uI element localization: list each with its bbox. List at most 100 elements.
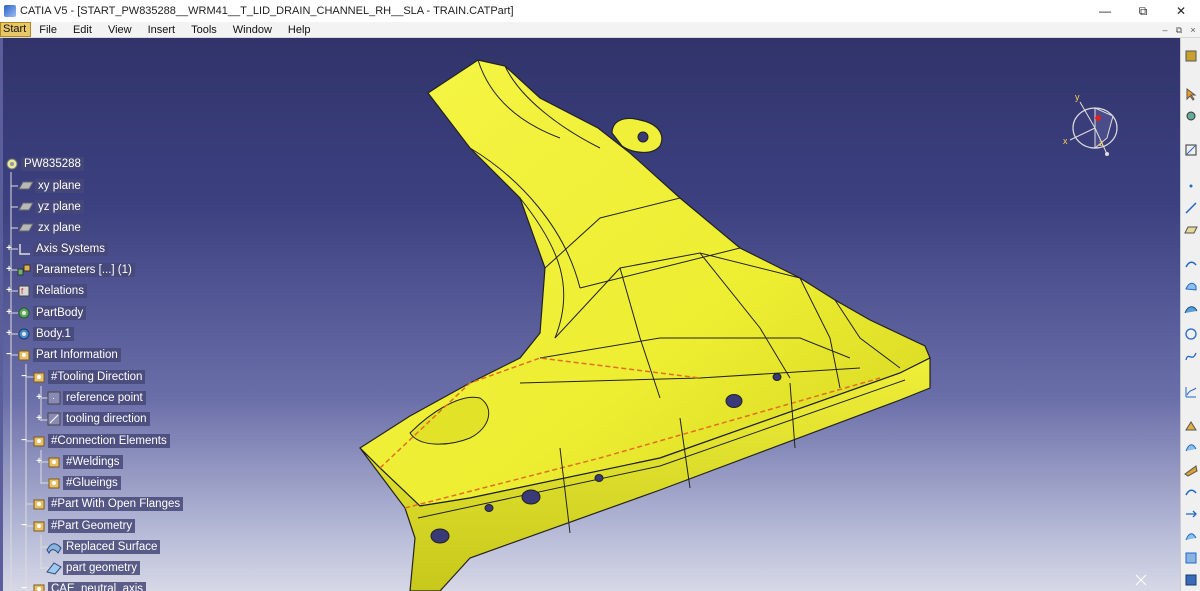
extrapolate-icon[interactable]: [1183, 528, 1199, 544]
expand-icon[interactable]: +: [34, 457, 44, 467]
title-bar: CATIA V5 - [START_PW835288__WRM41__T_LID…: [0, 0, 1200, 22]
sweep-icon[interactable]: [1183, 300, 1199, 316]
tree-item-label: PartBody: [33, 306, 87, 320]
revolve-icon[interactable]: [1183, 278, 1199, 294]
tree-item-label: Replaced Surface: [63, 540, 161, 554]
point-icon[interactable]: [1183, 178, 1199, 194]
split-icon[interactable]: [1183, 440, 1199, 456]
tree-item-label: CAE_neutral_axis: [48, 582, 147, 591]
tree-item-weldings[interactable]: + #Weldings: [34, 453, 123, 471]
tree-item-label: xy plane: [35, 179, 84, 193]
gear-body-icon: [16, 326, 32, 342]
expand-icon[interactable]: +: [4, 286, 14, 296]
plane-icon[interactable]: [1183, 222, 1199, 238]
tree-root[interactable]: PW835288: [4, 155, 84, 173]
collapse-icon[interactable]: −: [19, 372, 29, 382]
tree-item-xy-plane[interactable]: xy plane: [18, 177, 84, 195]
tree-item-connection-elements[interactable]: − #Connection Elements: [19, 432, 170, 450]
tree-item-label: Parameters [...] (1): [33, 263, 135, 277]
curve-icon[interactable]: [1183, 384, 1199, 400]
menu-tools[interactable]: Tools: [183, 22, 225, 38]
tree-item-label: #Part With Open Flanges: [48, 497, 184, 511]
extrude-icon[interactable]: [1183, 256, 1199, 272]
tree-item-parameters[interactable]: + Parameters [...] (1): [4, 261, 135, 279]
menu-view[interactable]: View: [100, 22, 140, 38]
tree-item-axis-systems[interactable]: + Axis Systems: [4, 240, 109, 258]
tree-item-yz-plane[interactable]: yz plane: [18, 198, 84, 216]
tree-item-body1[interactable]: + Body.1: [4, 325, 74, 343]
expand-icon[interactable]: +: [4, 308, 14, 318]
3d-viewport[interactable]: x y z PW835288 xy plane yz plane zx plan…: [0, 38, 1180, 591]
set-icon: [16, 347, 32, 363]
tree-item-tooling-direction-line[interactable]: + tooling direction: [34, 410, 150, 428]
expand-icon[interactable]: +: [4, 244, 14, 254]
menu-help[interactable]: Help: [280, 22, 319, 38]
expand-icon[interactable]: +: [34, 393, 44, 403]
collapse-icon[interactable]: −: [19, 436, 29, 446]
surface-icon: [46, 560, 62, 576]
plane-icon: [18, 220, 34, 236]
expand-icon[interactable]: +: [4, 329, 14, 339]
collapse-icon[interactable]: −: [4, 350, 14, 360]
tree-item-label: #Glueings: [63, 476, 121, 490]
tree-item-open-flanges[interactable]: #Part With Open Flanges: [31, 495, 184, 513]
offset-icon[interactable]: [1183, 484, 1199, 500]
menu-start[interactable]: Start: [0, 22, 32, 37]
measure-icon[interactable]: [1183, 572, 1199, 588]
tree-item-label: Part Information: [33, 348, 121, 362]
restore-button[interactable]: ⧉: [1124, 0, 1162, 22]
doc-minimize-button[interactable]: –: [1158, 23, 1172, 37]
select-arrow-icon[interactable]: [1183, 86, 1199, 102]
sketcher-icon[interactable]: [1183, 142, 1199, 158]
expand-icon[interactable]: +: [34, 414, 44, 424]
compass-icon[interactable]: x y z: [1055, 88, 1135, 168]
compass-z-label: z: [1099, 138, 1104, 148]
collapse-icon[interactable]: −: [19, 521, 29, 531]
trim-icon[interactable]: [1183, 462, 1199, 478]
svg-text:·: ·: [52, 393, 55, 403]
plane-icon: [18, 178, 34, 194]
menu-insert[interactable]: Insert: [140, 22, 184, 38]
collapse-icon[interactable]: −: [19, 584, 29, 591]
tree-item-label: #Part Geometry: [48, 519, 136, 533]
tree-item-reference-point[interactable]: + · reference point: [34, 389, 146, 407]
tree-item-part-geometry-set[interactable]: − #Part Geometry: [19, 517, 136, 535]
line-icon[interactable]: [1183, 200, 1199, 216]
tree-item-replaced-surface[interactable]: Replaced Surface: [46, 538, 161, 556]
tree-root-label: PW835288: [21, 157, 84, 171]
doc-close-button[interactable]: ×: [1186, 23, 1200, 37]
tree-item-label: Relations: [33, 284, 87, 298]
close-button[interactable]: ✕: [1162, 0, 1200, 22]
tree-item-label: #Connection Elements: [48, 434, 170, 448]
right-toolbar: [1180, 38, 1200, 591]
circle-icon[interactable]: [1183, 326, 1199, 342]
menu-window[interactable]: Window: [225, 22, 280, 38]
spline-icon[interactable]: [1183, 348, 1199, 364]
expand-icon[interactable]: +: [4, 265, 14, 275]
set-icon: [31, 496, 47, 512]
snap-icon[interactable]: [1183, 108, 1199, 124]
tree-item-partbody[interactable]: + PartBody: [4, 304, 87, 322]
surface-icon: [46, 539, 62, 555]
minimize-button[interactable]: —: [1086, 0, 1124, 22]
analysis-icon[interactable]: [1183, 550, 1199, 566]
tree-item-glueings[interactable]: #Glueings: [46, 474, 121, 492]
tree-item-label: zx plane: [35, 221, 84, 235]
tree-item-zx-plane[interactable]: zx plane: [18, 219, 84, 237]
window-title: CATIA V5 - [START_PW835288__WRM41__T_LID…: [20, 5, 514, 17]
translate-icon[interactable]: [1183, 506, 1199, 522]
gear-body-icon: [16, 305, 32, 321]
tree-item-cae-neutral-axis[interactable]: − CAE_neutral_axis: [19, 580, 147, 591]
tree-item-tooling-direction[interactable]: − #Tooling Direction: [19, 368, 146, 386]
sketch-icon[interactable]: [1183, 48, 1199, 64]
doc-restore-button[interactable]: ⧉: [1172, 23, 1186, 37]
tree-item-part-information[interactable]: − Part Information: [4, 346, 121, 364]
join-icon[interactable]: [1183, 418, 1199, 434]
menu-edit[interactable]: Edit: [65, 22, 100, 38]
tree-item-relations[interactable]: + f Relations: [4, 282, 87, 300]
menu-file[interactable]: File: [31, 22, 65, 38]
tree-item-part-geometry[interactable]: part geometry: [46, 559, 140, 577]
compass-x-label: x: [1063, 136, 1068, 146]
menu-bar: Start File Edit View Insert Tools Window…: [0, 22, 1200, 38]
relations-icon: f: [16, 283, 32, 299]
